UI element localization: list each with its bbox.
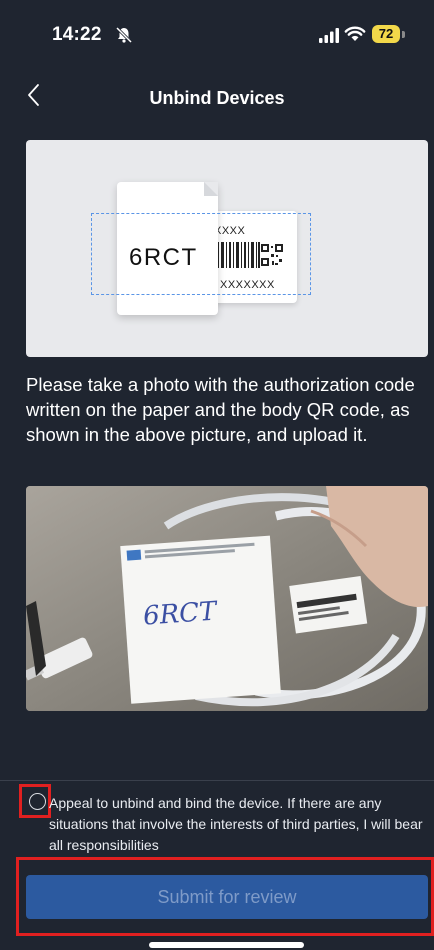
example-illustration: XXXX XXXXXXX 6RCT (26, 140, 428, 357)
battery-icon: 72 (372, 24, 408, 44)
nav-bar: Unbind Devices (0, 70, 434, 120)
photo-image: 6RCT (26, 486, 428, 711)
consent-text: Appeal to unbind and bind the device. If… (49, 795, 423, 853)
uploaded-photo[interactable]: 6RCT (26, 486, 428, 711)
instruction-text: Please take a photo with the authorizati… (26, 374, 415, 445)
status-bar: 14:22 72 (0, 0, 434, 54)
handwritten-code: 6RCT (142, 596, 219, 631)
capture-frame (91, 213, 311, 295)
checkbox-highlight-frame (19, 784, 51, 818)
home-indicator (149, 942, 304, 948)
wifi-icon (344, 26, 366, 41)
page-title: Unbind Devices (149, 88, 285, 108)
submit-button[interactable]: Submit for review (26, 875, 428, 919)
signal-icon (319, 28, 339, 43)
bell-slash-icon (115, 26, 133, 44)
divider (0, 780, 434, 781)
status-time: 14:22 (52, 24, 102, 45)
battery-level: 72 (378, 26, 394, 41)
